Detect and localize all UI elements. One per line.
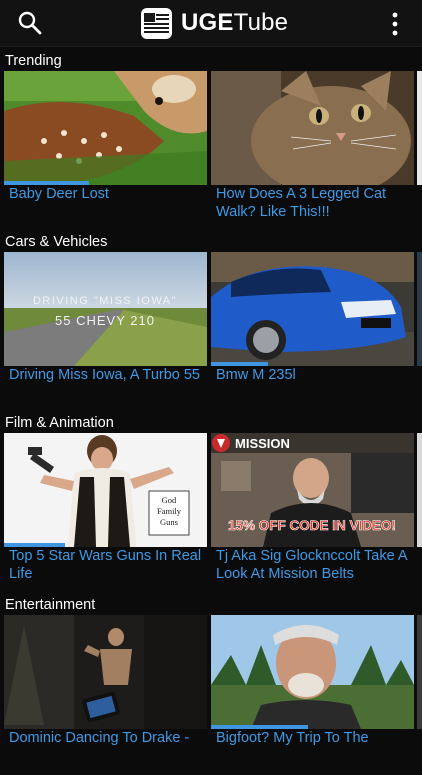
video-row[interactable]: God Family Guns Top 5 Star Wars Guns In … <box>0 433 422 593</box>
road-thumbnail-image: DRIVING "MISS IOWA" 55 CHEVY 210 <box>4 252 207 366</box>
video-title[interactable]: Tj Aka Sig Glocknccolt Take A Look At Mi… <box>216 547 411 583</box>
section-title: Film & Animation <box>5 415 114 431</box>
search-icon <box>18 11 42 35</box>
video-title[interactable]: Dominic Dancing To Drake - <box>9 729 204 747</box>
search-button[interactable] <box>17 10 43 36</box>
cat-thumbnail-image <box>211 71 414 185</box>
blue-car-thumbnail-image <box>211 252 414 366</box>
video-title[interactable]: Bigfoot? My Trip To The <box>216 729 411 747</box>
video-thumbnail[interactable] <box>4 615 207 729</box>
video-thumbnail[interactable]: DRIVING "MISS IOWA" 55 CHEVY 210 <box>4 252 207 366</box>
next-card-peek[interactable] <box>417 433 422 547</box>
overflow-menu-button[interactable] <box>390 11 400 37</box>
thumbnail-promo-text: 15% OFF CODE IN VIDEO! <box>228 518 396 533</box>
video-thumbnail[interactable] <box>211 615 414 729</box>
top-bar: UGETube <box>0 0 422 47</box>
app-name-bold: UGE <box>181 9 234 36</box>
video-title[interactable]: Bmw M 235l <box>216 366 411 384</box>
video-title[interactable]: How Does A 3 Legged Cat Walk? Like This!… <box>216 185 411 221</box>
video-row[interactable]: Dominic Dancing To Drake - Bigfoot? My T… <box>0 615 422 775</box>
section-title: Cars & Vehicles <box>5 234 108 250</box>
flag-logo-icon <box>141 7 172 39</box>
dancing-thumbnail-image <box>4 615 207 729</box>
app-brand: UGETube <box>140 6 288 40</box>
next-card-peek[interactable] <box>417 252 422 366</box>
thumbnail-banner-text: MISSION <box>235 436 290 451</box>
video-row[interactable]: Baby Deer Lost How Does A 3 Legged Cat W… <box>0 71 422 231</box>
video-row[interactable]: DRIVING "MISS IOWA" 55 CHEVY 210 Driving… <box>0 252 422 412</box>
section-title: Entertainment <box>5 597 96 613</box>
video-thumbnail[interactable]: MISSION 15% OFF CODE IN VIDEO! <box>211 433 414 547</box>
more-vertical-icon <box>392 12 398 36</box>
app-name-rest: Tube <box>233 9 289 36</box>
video-thumbnail[interactable] <box>211 71 414 185</box>
video-title[interactable]: Baby Deer Lost <box>9 185 204 203</box>
overlay-line2: 55 CHEVY 210 <box>55 313 155 328</box>
thumbnail-sign-text: God Family Guns <box>156 495 182 527</box>
star-wars-thumbnail-image: God Family Guns <box>4 433 207 547</box>
overlay-line1: DRIVING "MISS IOWA" <box>33 295 177 307</box>
next-card-peek[interactable] <box>417 71 422 185</box>
video-thumbnail[interactable] <box>211 252 414 366</box>
section-title: Trending <box>5 53 62 69</box>
video-thumbnail[interactable]: God Family Guns <box>4 433 207 547</box>
app-name: UGETube <box>181 9 288 37</box>
deer-thumbnail-image <box>4 71 207 185</box>
video-title[interactable]: Top 5 Star Wars Guns In Real Life <box>9 547 204 583</box>
bigfoot-thumbnail-image <box>211 615 414 729</box>
video-title[interactable]: Driving Miss Iowa, A Turbo 55 <box>9 366 204 384</box>
video-thumbnail[interactable] <box>4 71 207 185</box>
mission-belts-thumbnail-image: MISSION 15% OFF CODE IN VIDEO! <box>211 433 414 547</box>
next-card-peek[interactable] <box>417 615 422 729</box>
